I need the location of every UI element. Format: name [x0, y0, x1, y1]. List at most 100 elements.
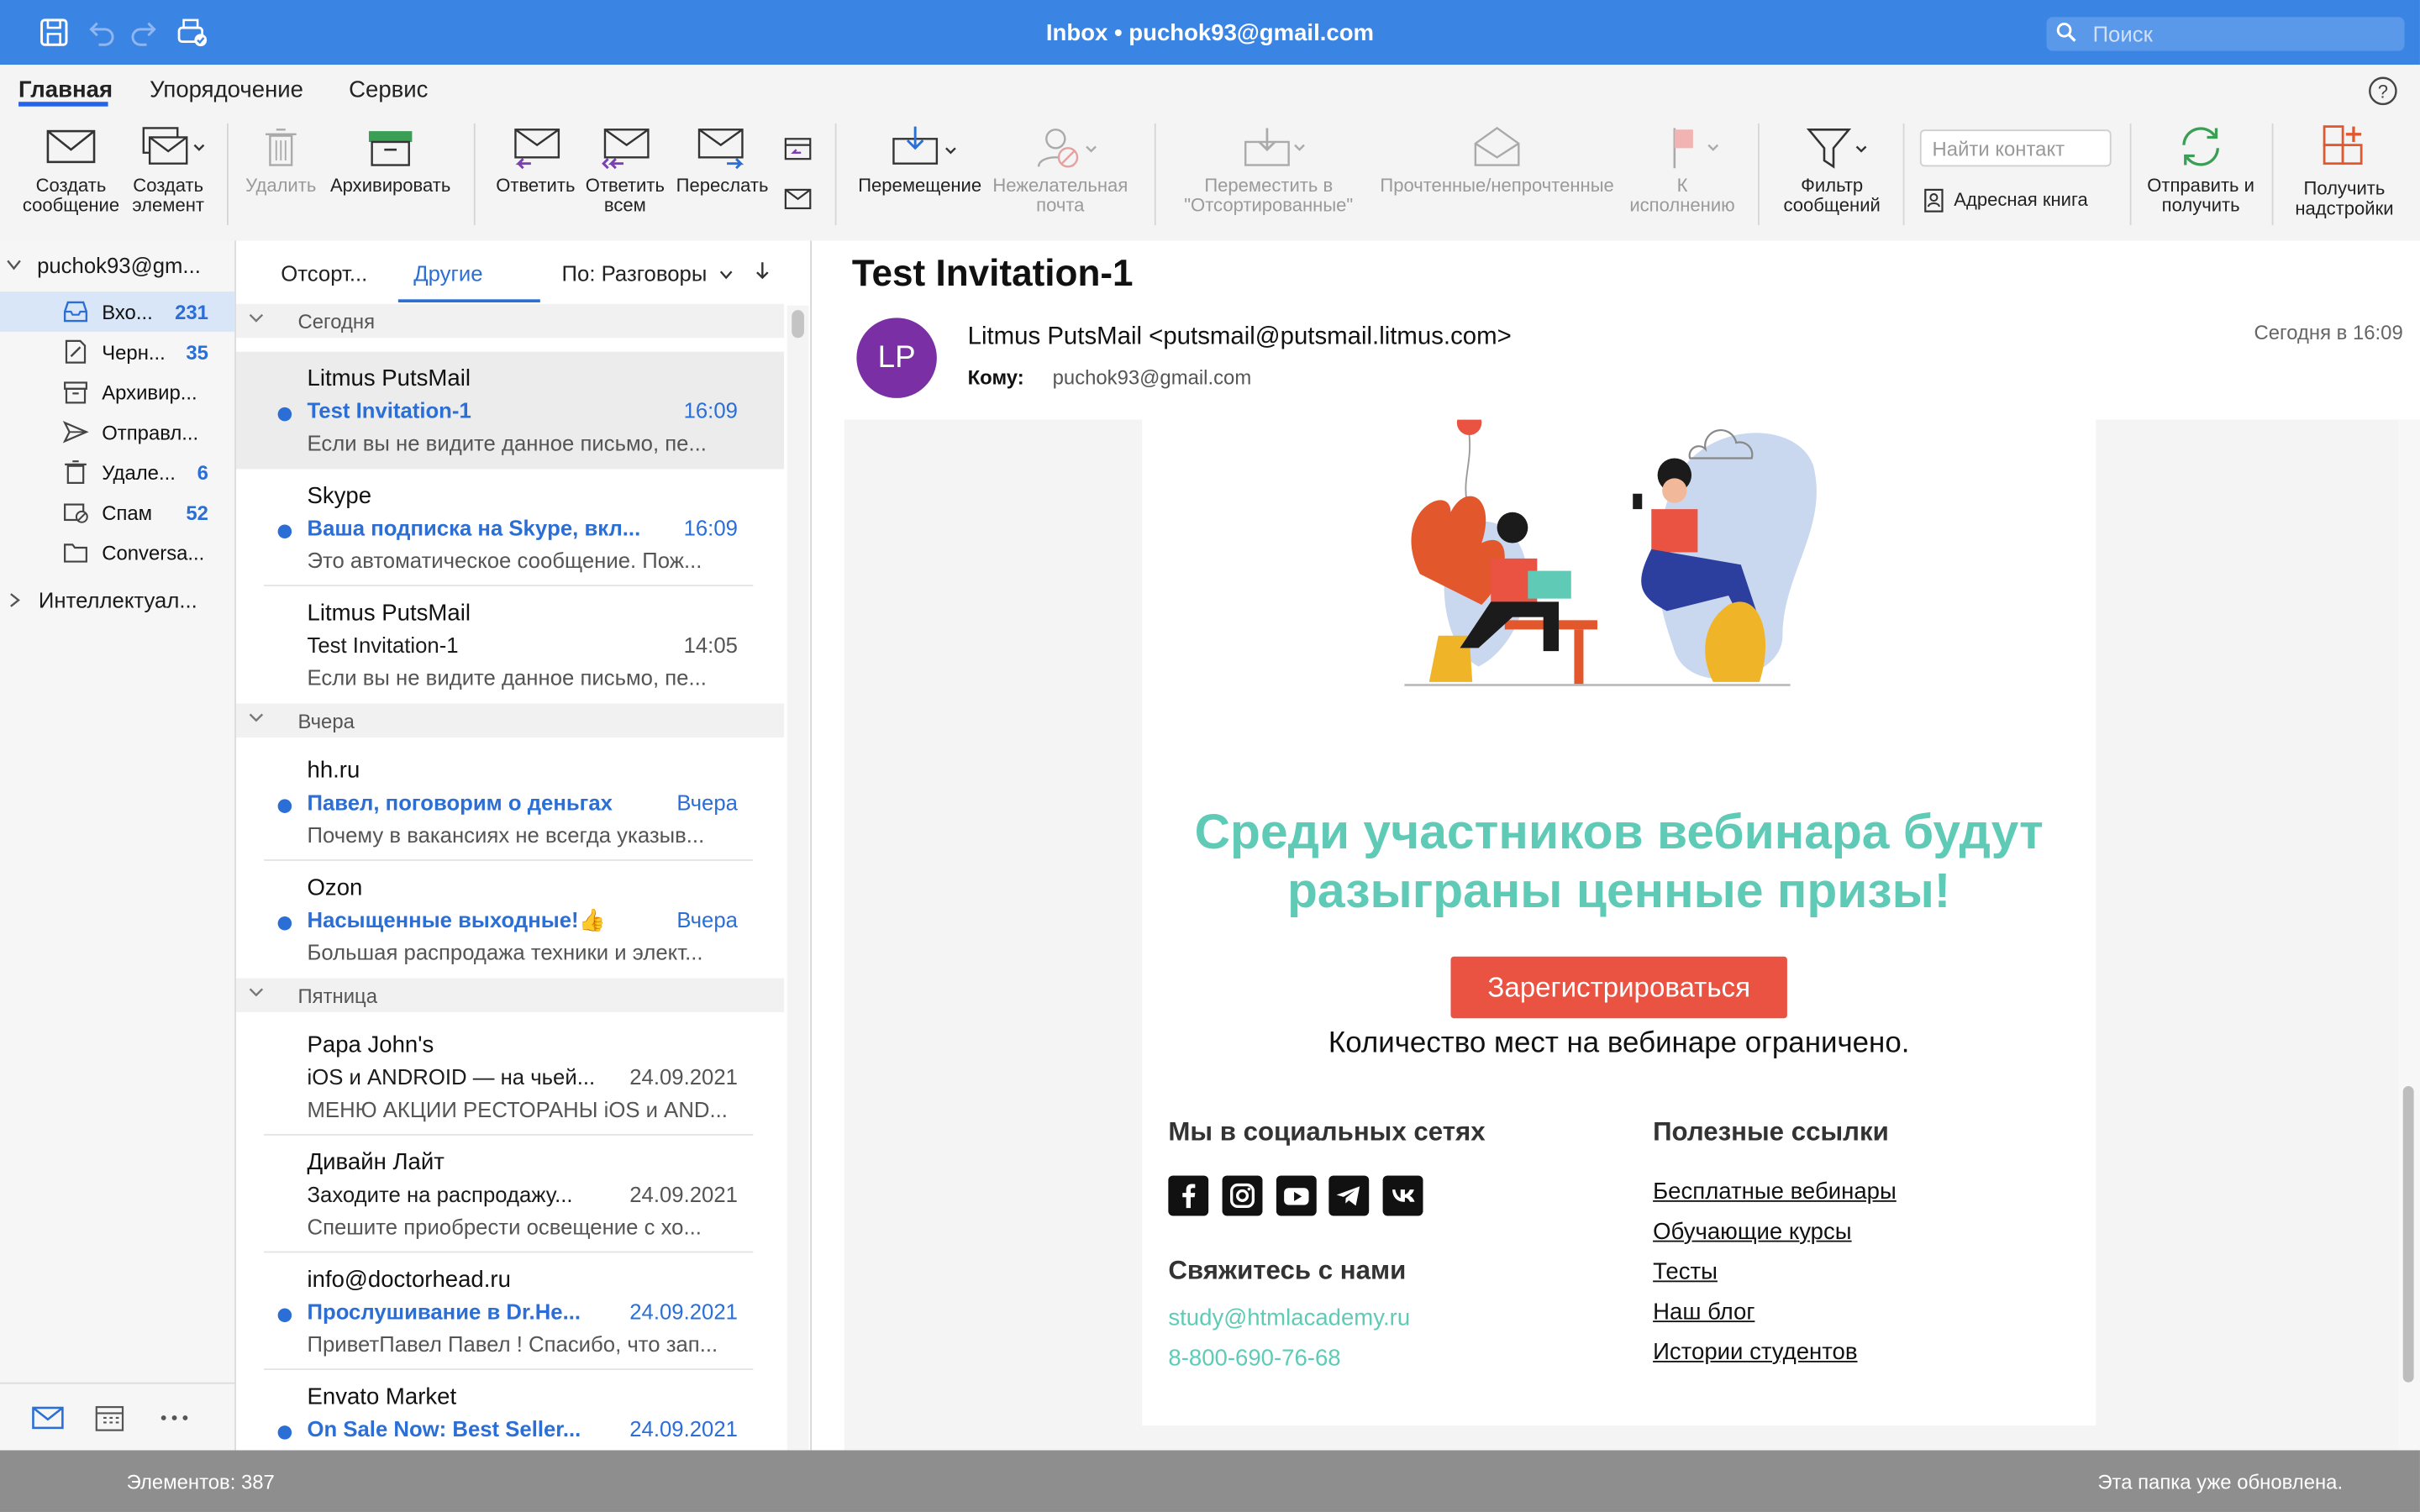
ribbon-separator	[1154, 123, 1156, 226]
folder-archive[interactable]: Архивир...	[0, 372, 234, 412]
tab-home[interactable]: Главная	[18, 77, 113, 103]
message-item[interactable]: Papa John's iOS и ANDROID — на чьей... 2…	[236, 1018, 784, 1136]
filter-label: Фильтр сообщений	[1783, 174, 1881, 217]
mail-icon[interactable]	[31, 1405, 65, 1430]
message-item[interactable]: Litmus PutsMail Test Invitation-1 16:09 …	[236, 351, 785, 470]
group-header-friday[interactable]: Пятница	[236, 978, 785, 1012]
unread-dot	[277, 407, 292, 422]
message-list-scrollbar[interactable]	[786, 305, 809, 1451]
move-to-focused-button[interactable]: Переместить в "Отсортированные"	[1167, 123, 1370, 216]
folder-label: Черн...	[102, 340, 166, 365]
group-header-today[interactable]: Сегодня	[236, 303, 785, 339]
junk-button[interactable]: Нежелательная почта	[989, 123, 1131, 216]
message-item[interactable]: Skype Ваша подписка на Skype, вкл... 16:…	[236, 469, 784, 586]
read-unread-button[interactable]: Прочтенные/непрочтенные	[1374, 123, 1621, 196]
drafts-icon	[65, 339, 87, 364]
find-contact-input[interactable]: Найти контакт	[1919, 129, 2112, 167]
vk-icon[interactable]	[1382, 1175, 1423, 1216]
group-label: Вчера	[297, 709, 355, 733]
get-addins-button[interactable]: Получить надстройки	[2281, 123, 2408, 219]
folder-sent[interactable]: Отправл...	[0, 412, 234, 452]
address-book-button[interactable]: Адресная книга	[1923, 188, 2108, 213]
contact-phone-link[interactable]: 8-800-690-76-68	[1168, 1346, 1340, 1372]
address-book-label: Адресная книга	[1954, 188, 2088, 211]
message-item[interactable]: Ozon Насыщенные выходные!👍 Вчера Большая…	[236, 861, 784, 979]
search-box[interactable]: Поиск	[2046, 17, 2405, 51]
ribbon-separator	[473, 123, 476, 226]
new-item-button[interactable]: Создать элемент	[124, 123, 213, 216]
delete-button[interactable]: Удалить	[241, 123, 322, 196]
unread-count: 52	[186, 501, 208, 525]
facebook-icon[interactable]	[1168, 1175, 1209, 1216]
scrollbar-thumb[interactable]	[2402, 1086, 2414, 1383]
folder-label: Conversa...	[102, 541, 205, 565]
group-label: Пятница	[297, 984, 378, 1008]
archive-label: Архивировать	[329, 174, 451, 197]
send-receive-button[interactable]: Отправить и получить	[2141, 123, 2261, 216]
chevron-down-icon	[719, 270, 733, 280]
reply-all-button[interactable]: Ответить всем	[581, 123, 668, 216]
chevron-down-icon[interactable]	[6, 260, 21, 272]
message-from[interactable]: Litmus PutsMail <putsmail@putsmail.litmu…	[968, 324, 1512, 352]
move-button[interactable]: Перемещение	[852, 123, 988, 196]
link-tests[interactable]: Тесты	[1653, 1259, 1718, 1285]
telegram-icon[interactable]	[1328, 1175, 1370, 1216]
message-item[interactable]: hh.ru Павел, поговорим о деньгах Вчера П…	[236, 743, 784, 861]
link-courses[interactable]: Обучающие курсы	[1653, 1219, 1852, 1245]
avatar[interactable]: LP	[856, 318, 937, 398]
more-icon[interactable]	[160, 1415, 188, 1420]
folder-inbox[interactable]: Вхо... 231	[0, 291, 235, 332]
tab-other[interactable]: Другие	[413, 260, 482, 285]
tab-focused[interactable]: Отсорт...	[281, 260, 367, 285]
register-button[interactable]: Зарегистрироваться	[1450, 956, 1787, 1019]
filter-button[interactable]: Фильтр сообщений	[1769, 123, 1896, 216]
meeting-reply-icon[interactable]	[782, 133, 813, 164]
message-sender: Litmus PutsMail	[307, 600, 471, 627]
message-sender: Litmus PutsMail	[307, 365, 471, 392]
folder-label: Спам	[102, 501, 153, 525]
scrollbar-thumb[interactable]	[792, 310, 804, 339]
message-item[interactable]: info@doctorhead.ru Прослушивание в Dr.He…	[236, 1252, 784, 1370]
unread-dot	[277, 799, 292, 813]
folder-conversation-history[interactable]: Conversa...	[0, 533, 234, 573]
unread-count: 6	[197, 461, 208, 485]
tab-tools[interactable]: Сервис	[349, 77, 428, 103]
youtube-icon[interactable]	[1276, 1175, 1317, 1216]
message-sender: Envato Market	[307, 1383, 457, 1410]
forward-button[interactable]: Переслать	[671, 123, 773, 196]
smart-folders[interactable]: Интеллектуал...	[39, 588, 197, 612]
account-name[interactable]: puchok93@gm...	[37, 253, 201, 277]
nav-switcher	[0, 1382, 235, 1452]
search-placeholder: Поиск	[2092, 21, 2153, 47]
message-item[interactable]: Дивайн Лайт Заходите на распродажу... 24…	[236, 1136, 784, 1253]
instagram-icon[interactable]	[1222, 1175, 1263, 1216]
contact-email-link[interactable]: study@htmlacademy.ru	[1168, 1305, 1410, 1331]
chevron-right-icon[interactable]	[9, 592, 22, 607]
folder-icon	[64, 543, 87, 563]
reply-button[interactable]: Ответить	[489, 123, 581, 196]
link-blog[interactable]: Наш блог	[1653, 1299, 1754, 1326]
archive-button[interactable]: Архивировать	[326, 123, 455, 196]
link-student-stories[interactable]: Истории студентов	[1653, 1339, 1857, 1365]
sort-dropdown[interactable]: По: Разговоры	[562, 260, 771, 286]
folder-deleted[interactable]: Удале... 6	[0, 452, 234, 492]
chevron-down-icon	[249, 713, 264, 722]
group-header-yesterday[interactable]: Вчера	[236, 703, 785, 738]
message-list: Отсорт... Другие По: Разговоры Сегодня L…	[236, 240, 813, 1451]
help-icon[interactable]: ?	[2367, 76, 2398, 107]
calendar-icon[interactable]	[94, 1403, 125, 1434]
sort-direction-icon[interactable]	[755, 260, 770, 281]
message-to[interactable]: puchok93@gmail.com	[1053, 365, 1252, 389]
message-time: 24.09.2021	[629, 1181, 738, 1207]
folder-junk[interactable]: Спам 52	[0, 492, 234, 533]
tab-organize[interactable]: Упорядочение	[150, 77, 303, 103]
new-message-label: Создать сообщение	[22, 174, 120, 217]
new-message-button[interactable]: Создать сообщение	[18, 123, 124, 216]
im-reply-icon[interactable]	[782, 185, 813, 213]
message-time: 16:09	[683, 397, 738, 423]
followup-button[interactable]: К исполнению	[1623, 123, 1741, 216]
message-item[interactable]: Litmus PutsMail Test Invitation-1 14:05 …	[236, 586, 784, 704]
folder-drafts[interactable]: Черн... 35	[0, 332, 234, 372]
link-free-webinars[interactable]: Бесплатные вебинары	[1653, 1179, 1897, 1205]
forward-label: Переслать	[676, 174, 769, 197]
